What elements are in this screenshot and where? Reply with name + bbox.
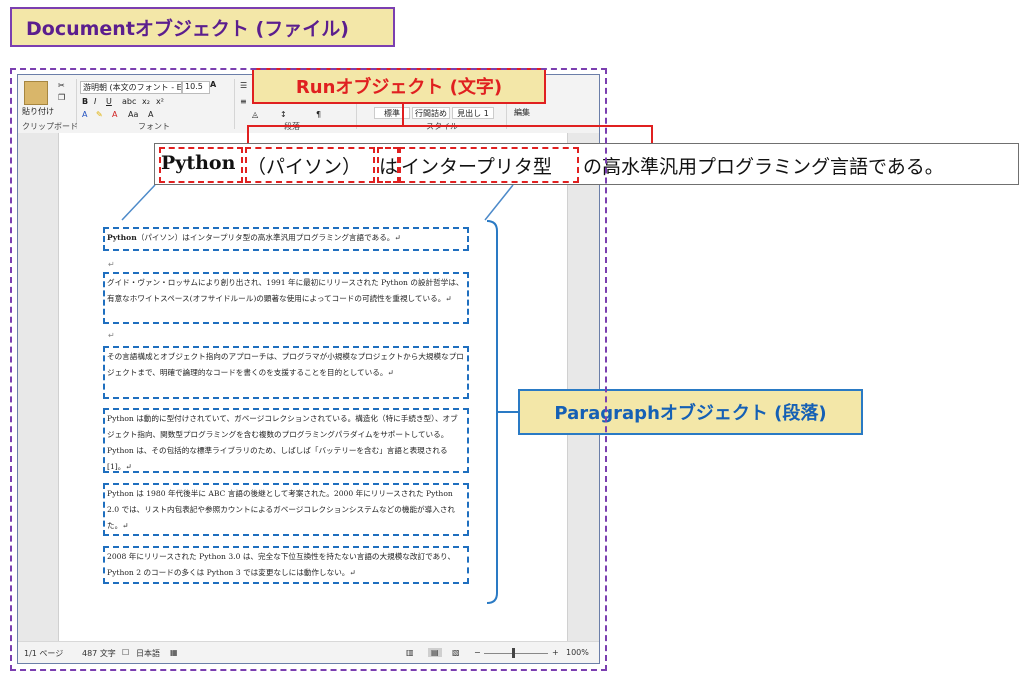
document-object-frame — [10, 68, 607, 671]
callout-rest-text: の高水準汎用プログラミング言語である。 — [583, 156, 944, 178]
